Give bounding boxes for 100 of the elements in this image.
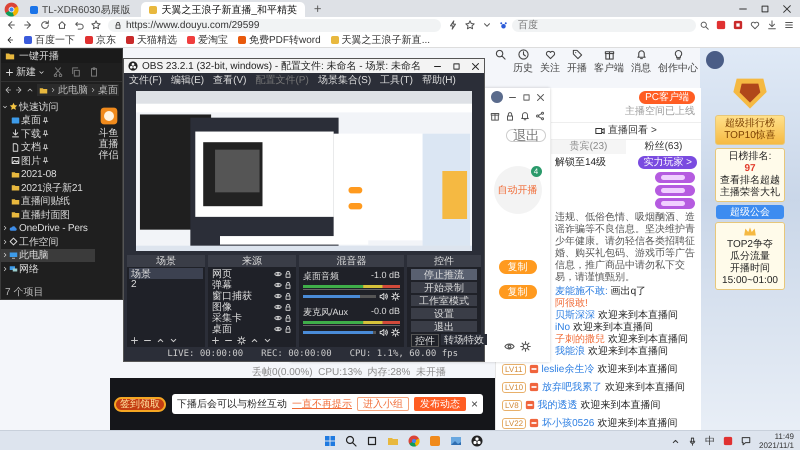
control-button[interactable]: 退出 [411, 321, 477, 332]
forward-icon[interactable] [23, 20, 33, 30]
windows-icon[interactable] [324, 435, 336, 447]
app-icon[interactable] [723, 436, 733, 446]
undo-icon[interactable] [74, 20, 84, 30]
star-icon[interactable] [91, 20, 101, 30]
close-icon[interactable] [471, 62, 480, 70]
source-item[interactable]: 弹幕 [212, 278, 272, 292]
eye-icon[interactable] [274, 324, 282, 332]
cut-icon[interactable] [53, 67, 63, 77]
username[interactable]: 我的透透 [538, 398, 578, 412]
lock-icon[interactable] [284, 302, 292, 310]
eye-icon[interactable] [274, 280, 282, 288]
username[interactable]: 我能浪 [555, 346, 585, 357]
picture-icon[interactable] [450, 435, 462, 447]
ime-indicator[interactable]: 中 [705, 434, 715, 448]
down-icon[interactable] [169, 336, 178, 345]
eye-icon[interactable] [274, 302, 282, 310]
control-button[interactable]: 设置 [411, 308, 477, 319]
eye-icon[interactable] [274, 292, 282, 300]
nav-link[interactable]: 开播 [567, 61, 587, 75]
lightning-icon[interactable] [448, 20, 458, 30]
share-icon[interactable] [535, 111, 545, 121]
down-icon[interactable] [263, 336, 272, 345]
address-bar[interactable]: 此电脑 桌面 [37, 84, 119, 96]
nav-item[interactable]: 此电脑 [1, 248, 95, 262]
nav-link[interactable]: 历史 [513, 61, 533, 75]
nav-item[interactable]: 图片 [1, 154, 95, 168]
menu-item[interactable]: 文件(F) [129, 73, 162, 87]
nav-link[interactable]: 客户端 [594, 61, 624, 75]
add-icon[interactable] [211, 336, 220, 345]
browser-tab[interactable]: TL-XDR6030易展版 [22, 2, 138, 18]
scene-item[interactable]: 场景 [129, 268, 203, 279]
control-button[interactable]: 工作室模式 [411, 295, 477, 306]
username[interactable]: leslie余生冷 [542, 362, 594, 376]
exit-button[interactable]: 退出 [506, 129, 546, 142]
control-button[interactable]: 停止推流 [411, 269, 477, 280]
clock[interactable]: 11:49 2021/11/1 [759, 432, 794, 450]
menu-item[interactable]: 帮助(H) [422, 73, 456, 87]
close-icon[interactable] [782, 4, 792, 14]
auto-start-step[interactable]: 自动开播 4 [494, 166, 542, 214]
add-icon[interactable] [130, 336, 139, 345]
lock-icon[interactable] [505, 111, 515, 121]
nav-item[interactable]: 2021浪子新21 [1, 181, 95, 194]
microphone-icon[interactable] [688, 436, 697, 446]
eye-icon[interactable] [274, 314, 282, 322]
rank-card[interactable]: 超级排行榜 TOP10惊喜 [715, 115, 785, 145]
source-item[interactable]: 桌面 [212, 322, 272, 336]
search-icon[interactable] [700, 20, 709, 30]
menu-item[interactable]: 场景集合(S) [318, 73, 372, 87]
clock-icon[interactable] [518, 49, 528, 60]
close-button[interactable]: × [471, 397, 478, 411]
lock-icon[interactable] [284, 314, 292, 322]
avatar[interactable] [490, 91, 502, 103]
nav-item[interactable]: 直播间贴纸 [1, 194, 95, 208]
chevron-icon[interactable] [2, 252, 8, 258]
nav-item[interactable]: OneDrive - Pers [1, 222, 95, 235]
chevron-icon[interactable] [2, 238, 8, 245]
eye-icon[interactable] [274, 270, 282, 278]
sidebar-toggle-icon[interactable] [6, 36, 14, 44]
heart-icon[interactable] [544, 49, 556, 60]
menu-icon[interactable] [784, 20, 794, 30]
bookmark-link[interactable]: 京东 [85, 33, 116, 47]
chevron-icon[interactable] [2, 266, 8, 272]
username[interactable]: iNo [555, 322, 570, 333]
lock-icon[interactable] [284, 280, 292, 288]
nav-item[interactable]: 直播封面图 [1, 208, 95, 222]
source-item[interactable]: 网页 [212, 266, 272, 280]
up-icon[interactable] [156, 336, 165, 345]
eye-icon[interactable] [504, 341, 515, 352]
nav-link[interactable]: 关注 [540, 61, 560, 75]
chevron-icon[interactable] [2, 225, 8, 232]
back-icon[interactable] [6, 20, 16, 30]
close-icon[interactable] [536, 92, 544, 102]
bookmark-link[interactable]: 爱淘宝 [187, 33, 228, 47]
username[interactable]: 贝斯深深 [555, 310, 595, 321]
dock-tab[interactable]: 控件 [411, 334, 439, 347]
nav-item[interactable]: 工作空间 [1, 235, 95, 248]
new-button[interactable]: 新建 [5, 65, 45, 79]
new-tab-button[interactable]: + [308, 1, 328, 16]
replay-link[interactable]: 直播回看 > [608, 125, 657, 137]
bell-icon[interactable] [520, 111, 530, 121]
avatar[interactable] [706, 51, 724, 69]
speaker-icon[interactable] [379, 328, 388, 337]
reload-icon[interactable] [40, 20, 50, 30]
bookmark-link[interactable]: 天猫精选 [126, 33, 177, 47]
up-icon[interactable] [26, 86, 34, 94]
search-field[interactable]: 百度 [512, 18, 696, 32]
breadcrumb-item[interactable]: 桌面 [98, 84, 118, 96]
nav-item[interactable]: 下载 [1, 127, 95, 140]
search-icon[interactable] [495, 49, 506, 60]
nav-item[interactable]: 2021-08 [1, 168, 95, 181]
bookmark-star-icon[interactable] [465, 20, 475, 30]
tag-icon[interactable] [572, 49, 582, 60]
caret-icon[interactable] [2, 104, 8, 110]
gift-icon[interactable] [604, 49, 614, 60]
nav-link[interactable]: 消息 [631, 61, 651, 75]
nav-item[interactable]: 网络 [1, 262, 95, 276]
username[interactable]: 坏小孩0526 [542, 416, 594, 430]
source-item[interactable]: 窗口捕获 [212, 288, 272, 302]
